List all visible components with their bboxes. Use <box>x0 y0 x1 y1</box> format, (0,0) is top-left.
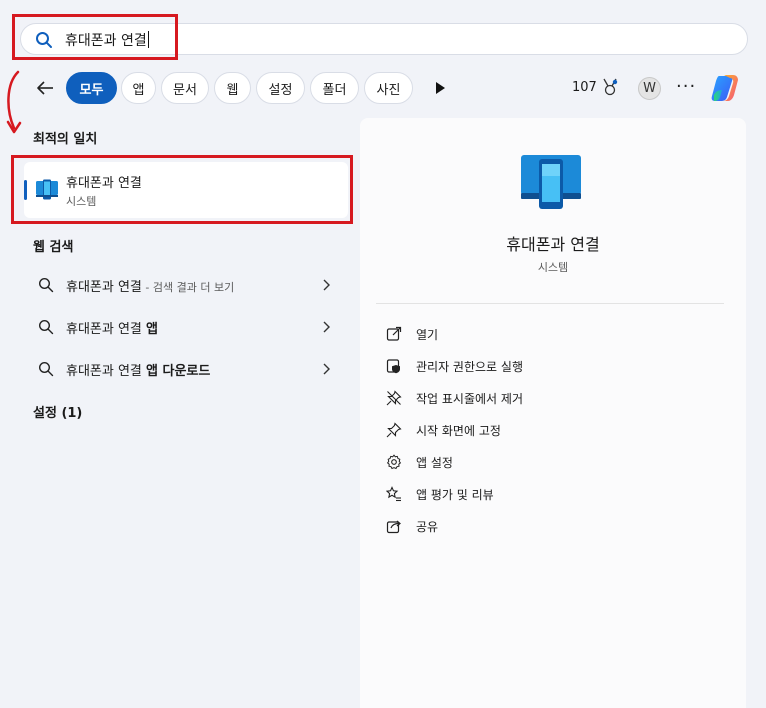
unpin-icon <box>386 390 402 406</box>
search-box[interactable]: 휴대폰과 연결 <box>20 23 748 55</box>
best-match-result[interactable]: 휴대폰과 연결 시스템 <box>24 162 348 218</box>
action-label: 공유 <box>416 520 439 534</box>
web-search-result[interactable]: 휴대폰과 연결 앱 다운로드 <box>24 350 348 388</box>
web-search-result[interactable]: 휴대폰과 연결 앱 <box>24 308 348 346</box>
chevron-right-icon <box>323 321 330 333</box>
web-search-query: 휴대폰과 연결 <box>66 280 142 295</box>
action-run-as-admin[interactable]: 관리자 권한으로 실행 <box>386 355 726 377</box>
filter-chip-documents[interactable]: 문서 <box>161 72 209 104</box>
search-query: 휴대폰과 연결 <box>65 33 147 49</box>
best-match-type: 시스템 <box>66 195 97 208</box>
share-icon <box>386 520 401 534</box>
web-search-query: 휴대폰과 연결 <box>66 322 147 337</box>
action-app-settings[interactable]: 앱 설정 <box>386 451 726 473</box>
back-button[interactable] <box>32 76 58 100</box>
web-search-query: 휴대폰과 연결 <box>66 364 147 379</box>
gear-icon <box>386 454 402 470</box>
search-icon <box>38 361 54 377</box>
web-search-hint: - 검색 결과 더 보기 <box>141 281 235 294</box>
chevron-right-icon <box>323 363 330 375</box>
action-label: 관리자 권한으로 실행 <box>416 360 523 374</box>
detail-type: 시스템 <box>537 261 569 274</box>
filter-chip-all[interactable]: 모두 <box>66 72 117 104</box>
filter-chip-apps[interactable]: 앱 <box>121 72 156 104</box>
action-label: 열기 <box>416 328 439 342</box>
action-share[interactable]: 공유 <box>386 515 726 537</box>
filter-chip-photos[interactable]: 사진 <box>364 72 413 104</box>
best-match-name: 휴대폰과 연결 <box>66 176 142 191</box>
back-arrow-icon <box>37 81 53 95</box>
filter-chip-settings[interactable]: 설정 <box>256 72 305 104</box>
shield-icon <box>386 359 400 374</box>
filter-chip-web[interactable]: 웹 <box>214 72 251 104</box>
action-label: 앱 설정 <box>416 456 453 470</box>
search-icon <box>38 319 54 335</box>
annotation-arrow <box>6 70 22 134</box>
action-pin-start[interactable]: 시작 화면에 고정 <box>386 419 726 441</box>
selection-indicator <box>24 180 27 200</box>
star-list-icon <box>386 486 401 502</box>
search-input[interactable]: 휴대폰과 연결 <box>65 30 149 50</box>
copilot-icon[interactable] <box>710 73 742 103</box>
web-search-heading: 웹 검색 <box>33 240 74 255</box>
more-filters-play-icon[interactable] <box>434 81 446 95</box>
action-unpin-taskbar[interactable]: 작업 표시줄에서 제거 <box>386 387 726 409</box>
phone-link-app-icon <box>36 179 58 200</box>
rewards-medal-icon[interactable] <box>601 78 619 96</box>
action-rate-review[interactable]: 앱 평가 및 리뷰 <box>386 483 726 505</box>
best-match-heading: 최적의 일치 <box>33 132 98 147</box>
avatar[interactable]: W <box>638 77 661 100</box>
text-caret <box>147 31 149 48</box>
filter-chip-folders[interactable]: 폴더 <box>310 72 359 104</box>
rewards-points: 107 <box>572 80 597 95</box>
detail-panel: 휴대폰과 연결 시스템 열기 관리자 권한으로 실행 작업 표시줄에서 제거 시… <box>360 118 746 708</box>
action-label: 앱 평가 및 리뷰 <box>416 488 494 502</box>
detail-title: 휴대폰과 연결 <box>506 235 600 254</box>
web-search-bold-suffix: 앱 <box>146 322 158 337</box>
action-label: 시작 화면에 고정 <box>416 424 501 438</box>
search-icon <box>38 277 54 293</box>
web-search-result[interactable]: 휴대폰과 연결 - 검색 결과 더 보기 <box>24 266 348 304</box>
action-open[interactable]: 열기 <box>386 323 726 345</box>
more-options-button[interactable]: ··· <box>676 76 696 97</box>
avatar-initial: W <box>643 81 656 96</box>
action-label: 작업 표시줄에서 제거 <box>416 392 523 406</box>
open-icon <box>386 326 402 341</box>
divider <box>376 303 724 304</box>
chevron-right-icon <box>323 279 330 291</box>
web-search-bold-suffix: 앱 다운로드 <box>146 364 211 379</box>
phone-link-app-icon <box>521 155 581 209</box>
settings-heading: 설정 (1) <box>33 406 83 421</box>
search-icon <box>36 32 52 48</box>
pin-icon <box>386 422 402 438</box>
